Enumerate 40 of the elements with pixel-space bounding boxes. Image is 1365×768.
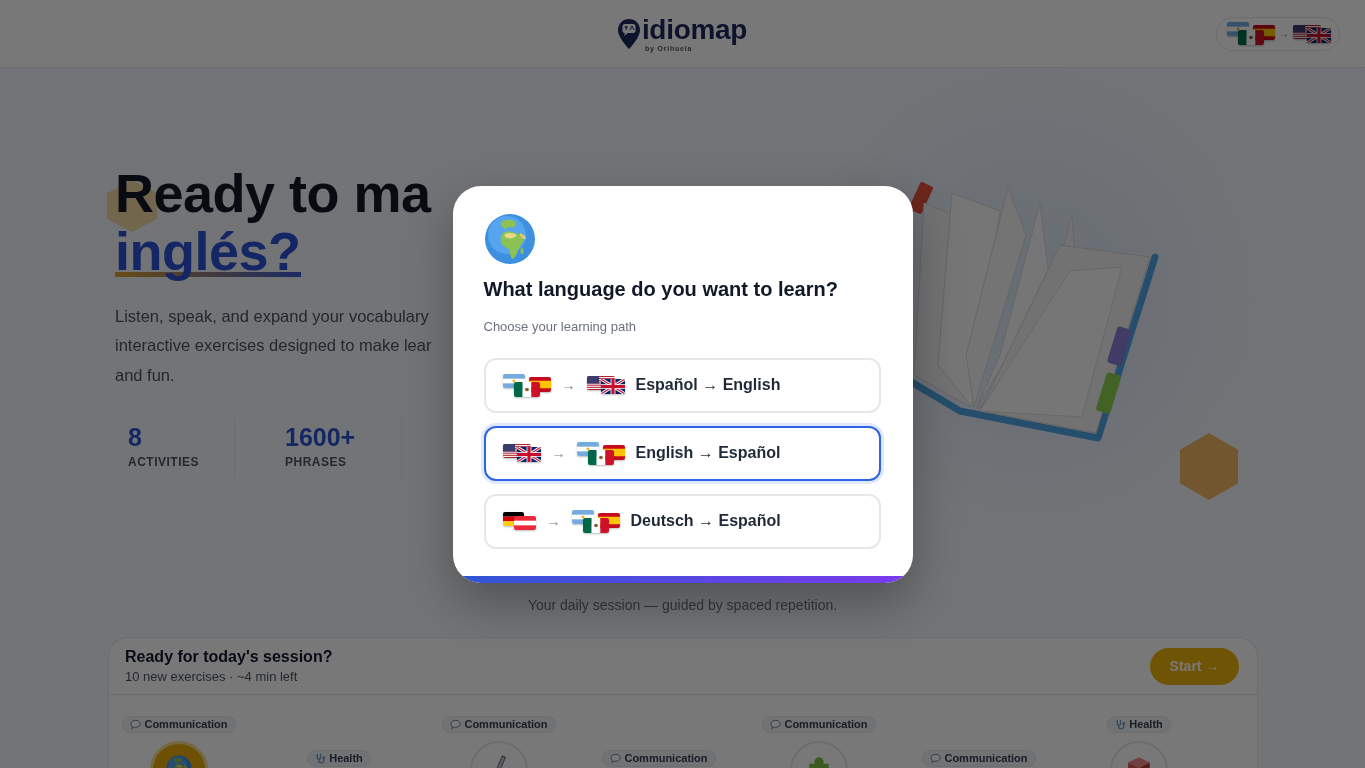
category-label: Health: [1129, 718, 1163, 731]
uk-flag-icon: [516, 447, 541, 462]
session-tagline: Your daily session — guided by spaced repetition.: [527, 596, 838, 615]
stat-value: 8: [128, 422, 142, 452]
category-label: Communication: [144, 718, 228, 731]
category-label: Communication: [944, 752, 1028, 765]
logo-wordmark: idiomap: [641, 14, 748, 45]
uk-flag-icon: [1307, 27, 1331, 43]
hexagon-decoration: [1180, 433, 1238, 500]
category-label: Health: [329, 752, 363, 765]
map-pin-icon: [617, 18, 640, 49]
category-label: Communication: [784, 718, 868, 731]
stat-value: 1600+: [285, 422, 356, 452]
hero-description: Listen, speak, and expand your vocabulary interactive exercises designed to make lear and fun.: [115, 305, 432, 386]
mexico-flag-icon: [513, 381, 540, 397]
stat-label: PHRASES: [285, 454, 347, 470]
session-subtitle: 10 new exercises · ~4 min left: [125, 669, 298, 685]
language-option[interactable]: → English → Español: [483, 425, 881, 481]
category-label: Communication: [624, 752, 708, 765]
session-title: Ready for today's session?: [125, 647, 333, 667]
mexico-flag-icon: [582, 517, 609, 533]
dialog-subtitle: Choose your learning path: [483, 318, 637, 335]
hero-heading: Ready to ma: [115, 164, 431, 222]
dialog-title: What language do you want to learn?: [483, 276, 839, 302]
mexico-flag-icon: [587, 449, 614, 465]
speech-bubble-icon: [930, 753, 942, 764]
speech-bubble-icon: [130, 719, 142, 730]
language-option[interactable]: → Español → English: [483, 357, 881, 413]
stethoscope-icon: [315, 753, 327, 764]
language-option[interactable]: → Deutsch → Español: [483, 493, 881, 549]
speech-bubble-icon: [610, 753, 622, 764]
austria-flag-icon: [513, 516, 536, 530]
mexico-flag-icon: [1238, 30, 1264, 45]
uk-flag-icon: [600, 379, 625, 394]
stat-label: ACTIVITIES: [128, 454, 199, 470]
category-label: Communication: [464, 718, 548, 731]
speech-bubble-icon: [450, 719, 462, 730]
speech-bubble-icon: [770, 719, 782, 730]
stethoscope-icon: [1115, 719, 1127, 730]
globe-icon: [483, 212, 536, 265]
